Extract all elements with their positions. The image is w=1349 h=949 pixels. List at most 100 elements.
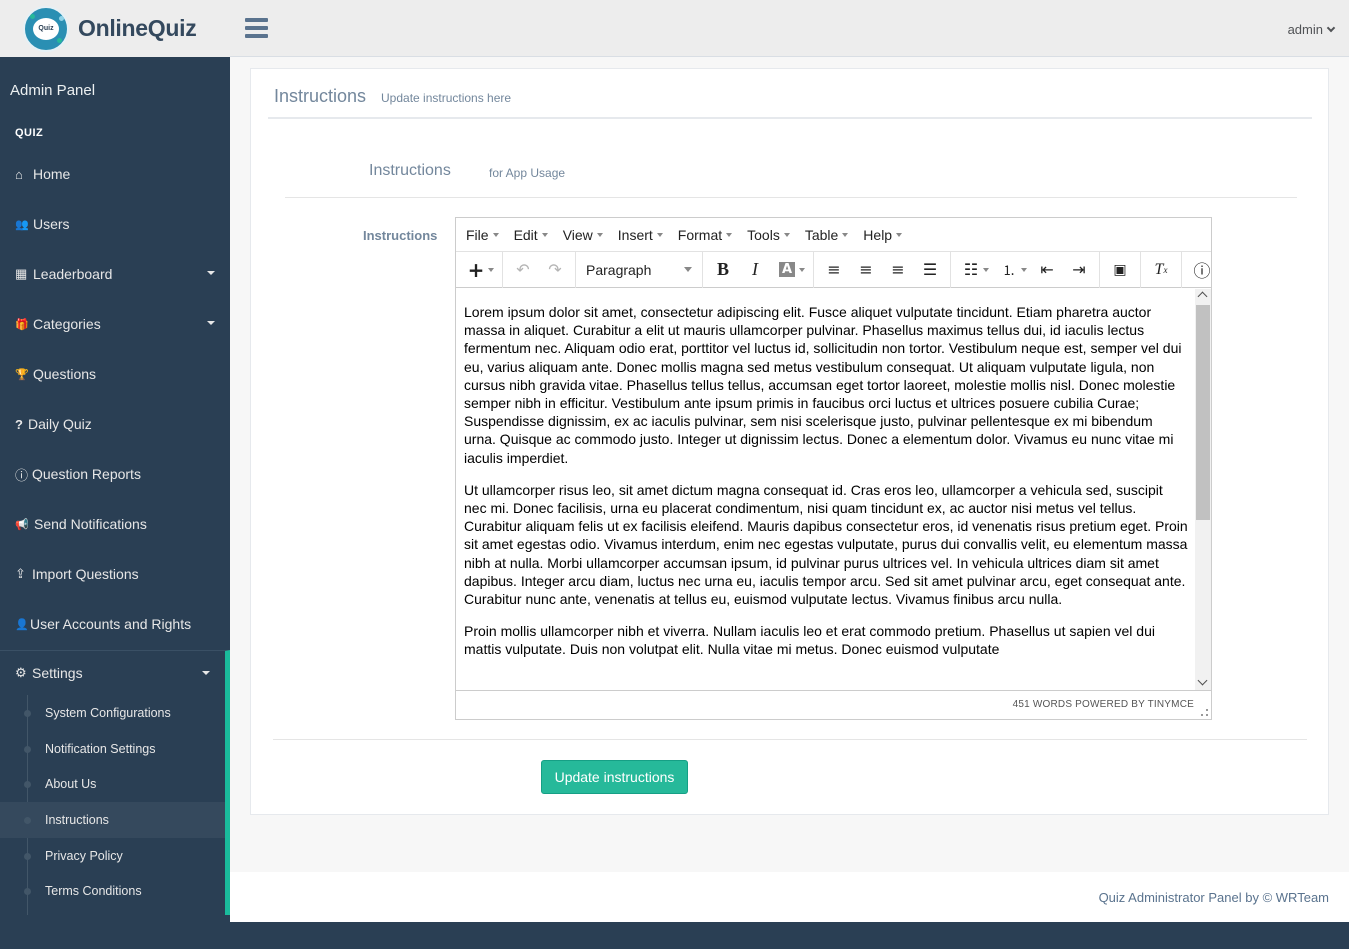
- clear-formatting-icon[interactable]: Tx: [1145, 256, 1177, 284]
- caret-down-icon: [684, 267, 692, 272]
- sidebar-item-label: Settings: [32, 665, 83, 681]
- block-format-select[interactable]: Paragraph: [580, 256, 698, 284]
- caret-down-icon: [842, 232, 849, 237]
- align-left-icon[interactable]: ≡: [818, 256, 850, 284]
- menu-view[interactable]: View: [563, 227, 603, 243]
- editor-content[interactable]: Lorem ipsum dolor sit amet, consectetur …: [456, 289, 1196, 690]
- rich-text-editor: File Edit View Insert Format Tools Table…: [455, 217, 1212, 720]
- users-icon: 👥: [15, 218, 29, 231]
- menu-format[interactable]: Format: [678, 227, 733, 243]
- panel-header: Instructions Update instructions here: [268, 69, 1312, 119]
- sidebar-item-label: Users: [33, 216, 70, 232]
- bullet-icon: [24, 745, 31, 753]
- undo-icon[interactable]: ↶: [507, 256, 539, 284]
- submenu-item-privacy-policy[interactable]: Privacy Policy: [0, 838, 225, 874]
- menu-table[interactable]: Table: [804, 226, 849, 243]
- submenu-item-label: Instructions: [45, 812, 109, 827]
- indent-icon[interactable]: ⇥: [1063, 256, 1095, 284]
- menu-label: Insert: [617, 226, 653, 243]
- menu-edit[interactable]: Edit: [514, 227, 548, 243]
- menu-section-title: QUIZ: [15, 127, 44, 139]
- resize-handle-icon[interactable]: [1201, 709, 1208, 716]
- brand[interactable]: Quiz OnlineQuiz: [0, 0, 230, 57]
- submenu-item-terms-conditions[interactable]: Terms Conditions: [0, 873, 225, 909]
- sidebar-item-label: Home: [33, 166, 71, 182]
- divider: [273, 739, 1307, 740]
- submenu-item-label: Privacy Policy: [45, 848, 123, 863]
- menu-tools[interactable]: Tools: [747, 227, 790, 243]
- menu-label: Help: [863, 226, 893, 243]
- bold-icon[interactable]: B: [707, 256, 739, 284]
- sidebar-item-label: User Accounts and Rights: [30, 616, 192, 632]
- caret-down-icon: [207, 271, 215, 275]
- sidebar-item-import-questions[interactable]: ⇪ Import Questions: [0, 549, 230, 599]
- caret-down-icon: [1021, 267, 1027, 272]
- top-navbar: admin: [230, 0, 1349, 57]
- scroll-down-icon[interactable]: [1197, 675, 1208, 686]
- caret-down-icon: [656, 232, 663, 237]
- align-right-icon[interactable]: ≡: [882, 256, 914, 284]
- page-subtitle: Update instructions here: [381, 91, 512, 105]
- menu-label: Tools: [747, 226, 780, 243]
- caret-down-icon: [207, 321, 215, 325]
- section-subtitle: for App Usage: [489, 166, 566, 180]
- align-center-icon[interactable]: ≡: [850, 256, 882, 284]
- menu-help[interactable]: Help: [863, 226, 903, 243]
- editor-statusbar: 451 WORDS POWERED BY TINYMCE: [456, 690, 1211, 719]
- scroll-thumb[interactable]: [1196, 305, 1210, 520]
- user-dropdown[interactable]: admin: [1288, 22, 1336, 37]
- footer-link[interactable]: © WRTeam: [1263, 890, 1329, 905]
- italic-icon[interactable]: I: [739, 256, 771, 284]
- sidebar-item-settings[interactable]: ⚙ Settings: [0, 651, 225, 695]
- sidebar-item-home[interactable]: ⌂ Home: [0, 149, 230, 199]
- bullet-icon: [24, 817, 31, 825]
- sidebar-item-daily-quiz[interactable]: ? Daily Quiz: [0, 399, 230, 449]
- chevron-down-icon: [1326, 23, 1336, 32]
- sidebar-item-question-reports[interactable]: ⓘ Question Reports: [0, 449, 230, 499]
- scroll-up-icon[interactable]: [1197, 291, 1208, 302]
- submenu-item-instructions[interactable]: Instructions: [0, 802, 225, 838]
- update-instructions-button[interactable]: Update instructions: [541, 760, 688, 794]
- sidebar-item-questions[interactable]: 🏆 Questions: [0, 349, 230, 399]
- image-icon[interactable]: ▣: [1104, 256, 1136, 284]
- caret-down-icon: [799, 267, 805, 272]
- menu-label: Table: [804, 226, 839, 243]
- menu-label: View: [562, 226, 593, 243]
- caret-down-icon: [488, 267, 494, 272]
- user-icon: 👤: [15, 618, 29, 631]
- help-icon[interactable]: ⓘ: [1186, 256, 1218, 284]
- sidebar-item-categories[interactable]: 🎁 Categories: [0, 299, 230, 349]
- submenu-item-notification-settings[interactable]: Notification Settings: [0, 731, 225, 767]
- menu-toggle-icon[interactable]: [245, 18, 268, 42]
- content-paragraph: Lorem ipsum dolor sit amet, consectetur …: [464, 304, 1182, 466]
- footer-label: Quiz Administrator Panel by: [1098, 890, 1263, 905]
- sidebar-item-users[interactable]: 👥 Users: [0, 199, 230, 249]
- caret-down-icon: [541, 232, 548, 237]
- sidebar-item-label: Import Questions: [32, 566, 139, 582]
- menu-file[interactable]: File: [466, 227, 499, 243]
- question-icon: ?: [15, 416, 23, 432]
- sidebar: Quiz OnlineQuiz Admin Panel QUIZ ⌂ Home …: [0, 0, 230, 949]
- align-justify-icon[interactable]: ☰: [914, 256, 946, 284]
- submenu-item-label: Notification Settings: [45, 741, 156, 756]
- caret-down-icon: [726, 232, 733, 237]
- caret-down-icon: [783, 232, 790, 237]
- upload-icon: ⇪: [15, 566, 26, 581]
- menu-insert[interactable]: Insert: [618, 227, 663, 243]
- editor-scrollbar[interactable]: [1195, 289, 1211, 690]
- sidebar-item-label: Questions: [33, 366, 97, 382]
- logo: Quiz: [23, 5, 69, 52]
- outdent-icon[interactable]: ⇤: [1031, 256, 1063, 284]
- content-paragraph: Ut ullamcorper risus leo, sit amet dictu…: [464, 481, 1188, 608]
- sidebar-item-send-notifications[interactable]: 📢 Send Notifications: [0, 499, 230, 549]
- menu-label: Edit: [513, 226, 538, 243]
- section-title: Instructions: [369, 162, 451, 179]
- redo-icon[interactable]: ↷: [539, 256, 571, 284]
- sidebar-item-leaderboard[interactable]: ▦ Leaderboard: [0, 249, 230, 299]
- gift-icon: 🎁: [15, 318, 29, 331]
- bullhorn-icon: 📢: [15, 518, 29, 531]
- submenu-item-about-us[interactable]: About Us: [0, 766, 225, 802]
- submenu-item-system-configurations[interactable]: System Configurations: [0, 695, 225, 731]
- instructions-label: Instructions: [363, 228, 438, 243]
- sidebar-item-user-accounts[interactable]: 👤 User Accounts and Rights: [0, 599, 230, 649]
